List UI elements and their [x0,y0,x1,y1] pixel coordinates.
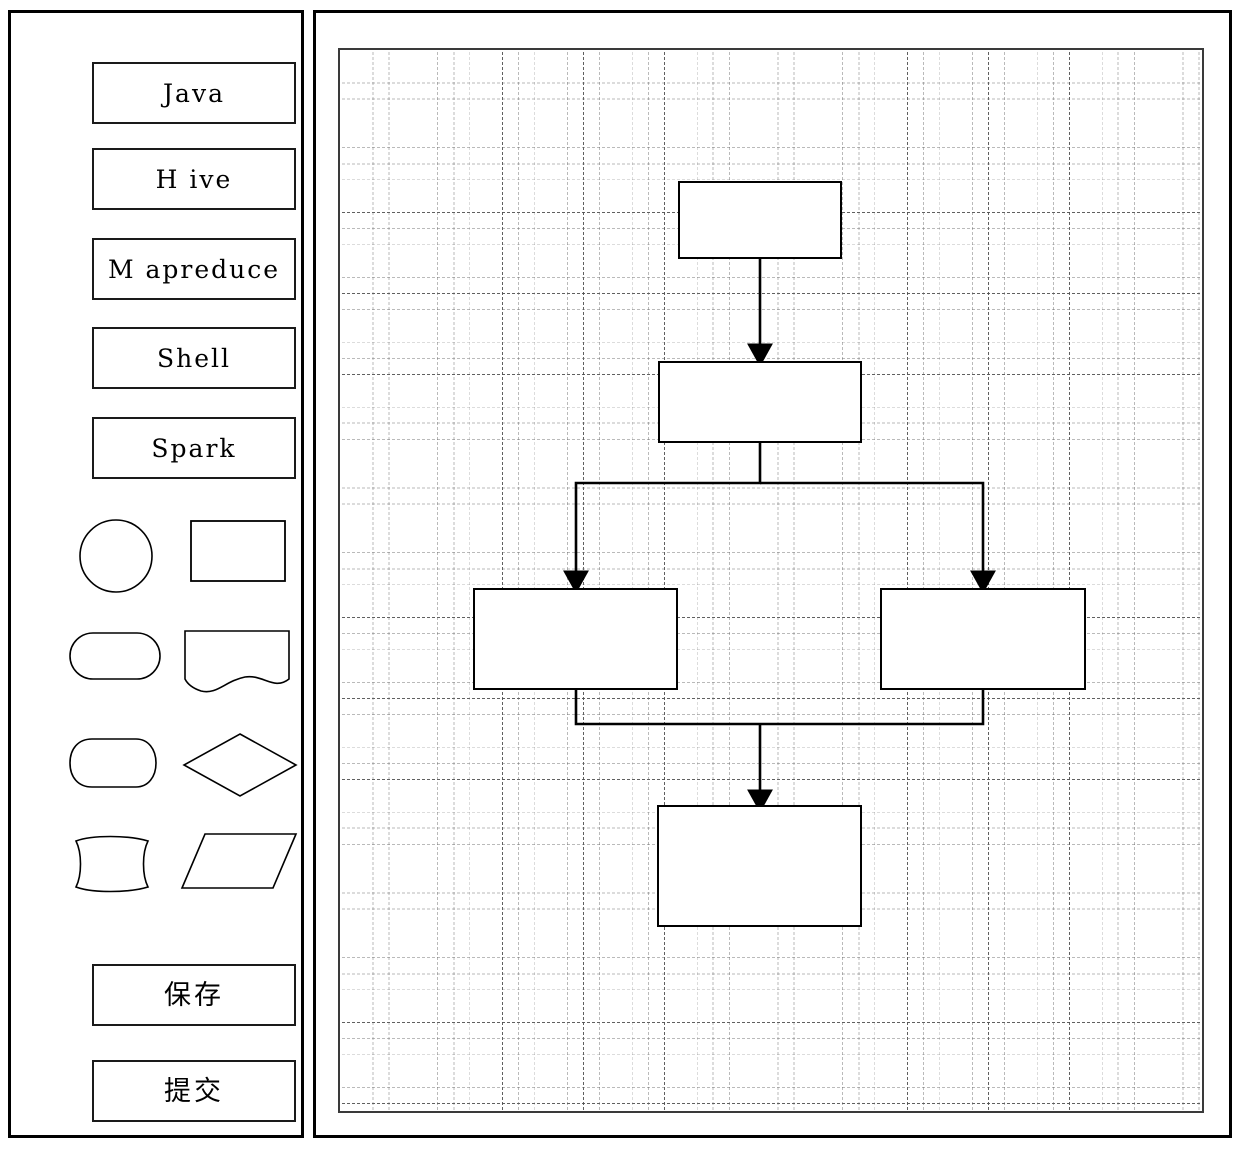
rounded-rect-shape[interactable] [66,625,164,687]
tool-button-mapreduce[interactable]: M apreduce [92,238,296,300]
terminator-shape[interactable] [66,731,162,795]
save-button[interactable]: 保存 [92,964,296,1026]
connector-right-to-bottom[interactable] [760,690,985,726]
connector-second-to-left[interactable] [563,443,762,594]
flow-node-branch-left[interactable] [473,588,678,690]
canvas-panel [313,10,1232,1138]
flow-node-top[interactable] [678,181,842,259]
punched-tape-shape[interactable] [66,831,158,897]
flow-node-branch-right[interactable] [880,588,1086,690]
tool-button-label: Spark [151,433,237,463]
tool-panel: Java H ive M apreduce Shell Spark 保存 提交 [8,10,304,1138]
diamond-shape[interactable] [179,729,301,801]
submit-button[interactable]: 提交 [92,1060,296,1122]
tool-button-label: Shell [156,343,231,373]
tool-button-label: M apreduce [107,254,281,284]
circle-shape[interactable] [71,513,161,599]
submit-button-label: 提交 [164,1075,224,1107]
document-shape[interactable] [179,625,295,697]
parallelogram-shape[interactable] [177,828,301,894]
tool-button-label: H ive [155,164,233,194]
save-button-label: 保存 [164,979,224,1011]
connector-second-to-right[interactable] [760,481,996,594]
rectangle-shape[interactable] [186,516,290,586]
tool-button-spark[interactable]: Spark [92,417,296,479]
flow-node-bottom[interactable] [657,805,862,927]
tool-button-java[interactable]: Java [92,62,296,124]
tool-button-shell[interactable]: Shell [92,327,296,389]
connector-left-to-bottom[interactable] [574,690,760,726]
flow-canvas[interactable] [338,48,1204,1113]
tool-button-hive[interactable]: H ive [92,148,296,210]
tool-button-label: Java [163,78,225,108]
flow-node-second[interactable] [658,361,862,443]
